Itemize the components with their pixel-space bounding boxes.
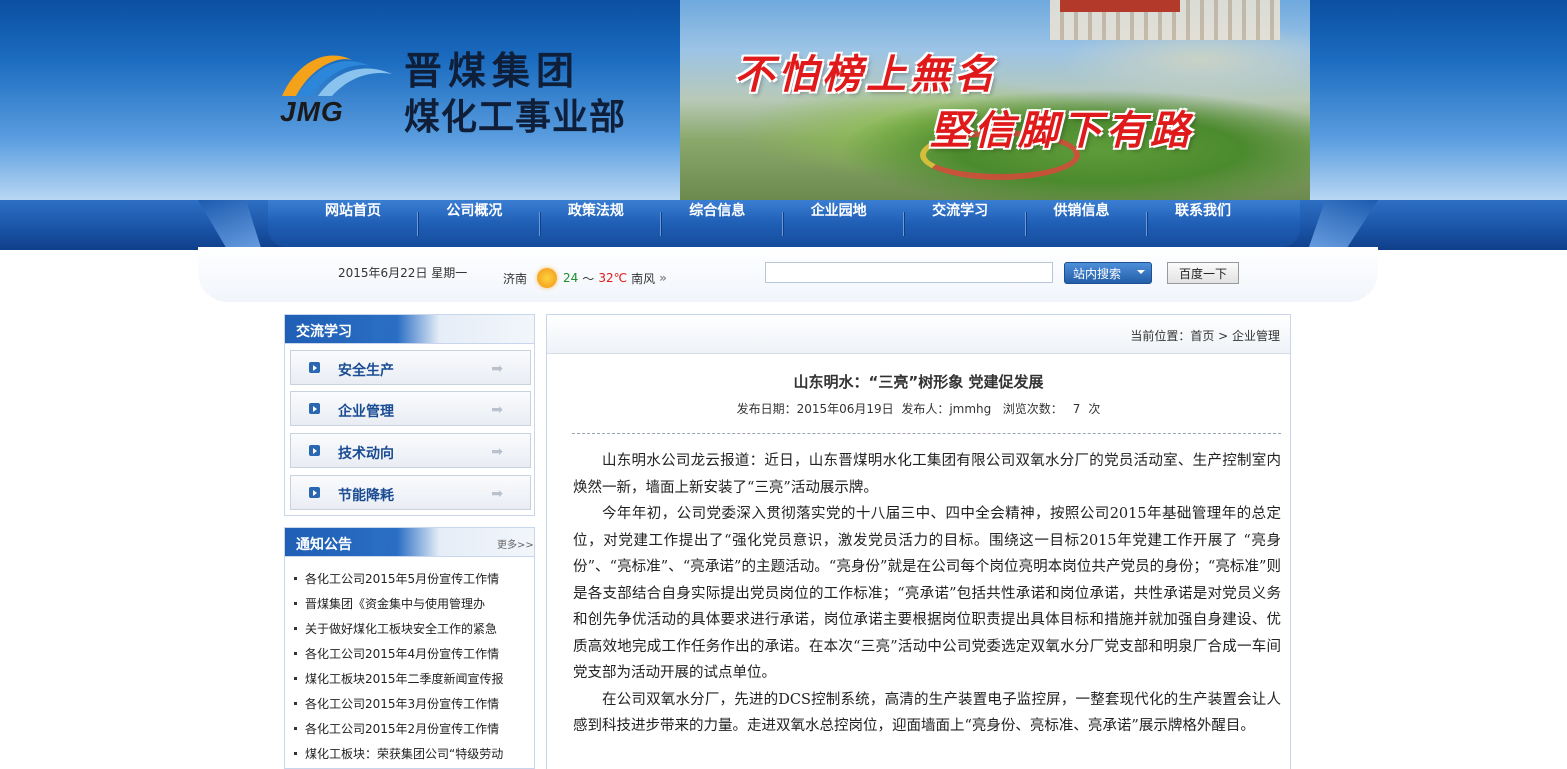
notice-item[interactable]: 关于做好煤化工板块安全工作的紧急 xyxy=(294,620,530,637)
arrow-right-icon: ➡ xyxy=(491,444,503,460)
notice-item[interactable]: 各化工公司2015年5月份宣传工作情 xyxy=(294,570,530,587)
notice-panel: 各化工公司2015年5月份宣传工作情 晋煤集团《资金集中与使用管理办 关于做好煤… xyxy=(284,557,535,769)
weather-temp-sep: ～ xyxy=(582,271,595,286)
slogan-line-2: 堅信脚下有路 xyxy=(930,107,1194,154)
weather-temp-low: 24 xyxy=(563,271,579,285)
weather-city: 济南 xyxy=(503,271,528,286)
category-item-label: 技术动向 xyxy=(338,446,394,462)
company-name: 晋煤集团 xyxy=(404,49,581,93)
bullet-icon xyxy=(309,403,320,414)
bullet-icon xyxy=(309,362,320,373)
notice-item[interactable]: 晋煤集团《资金集中与使用管理办 xyxy=(294,595,530,612)
bullet-icon xyxy=(309,445,320,456)
views-unit: 次 xyxy=(1088,402,1101,416)
main-nav: 网站首页 公司概况 政策法规 综合信息 企业园地 交流学习 供销信息 联系我们 xyxy=(268,200,1300,247)
article-paragraph: 在公司双氧水分厂，先进的DCS控制系统，高清的生产装置电子监控屏，一整套现代化的… xyxy=(573,691,1281,735)
article-body: 山东明水公司龙云报道：近日，山东晋煤明水化工集团有限公司双氧水分厂的党员活动室、… xyxy=(573,448,1281,740)
bullet-icon xyxy=(309,487,320,498)
baidu-search-button[interactable]: 百度一下 xyxy=(1167,262,1239,284)
category-panel-title: 交流学习 xyxy=(296,324,352,340)
category-item-label: 节能降耗 xyxy=(338,488,394,504)
arrow-right-icon: ➡ xyxy=(491,402,503,418)
notice-item[interactable]: 各化工公司2015年4月份宣传工作情 xyxy=(294,645,530,662)
info-bar: 2015年6月22日 星期一 济南 24 ～ 32℃ 南风 » 站内搜索 百度一下 xyxy=(198,247,1378,302)
category-item-energy-saving[interactable]: 节能降耗 ➡ xyxy=(290,475,531,510)
nav-item-home[interactable]: 网站首页 xyxy=(296,200,410,247)
category-panel: 安全生产 ➡ 企业管理 ➡ 技术动向 ➡ 节能降耗 ➡ xyxy=(284,344,535,516)
notice-more-link[interactable]: 更多>> xyxy=(497,536,534,551)
nav-item-company-overview[interactable]: 公司概况 xyxy=(417,200,531,247)
article-meta: 发布日期：2015年06月19日 发布人：jmmhg 浏览次数： 7 次 xyxy=(547,400,1290,417)
sunny-icon xyxy=(537,268,558,288)
current-date: 2015年6月22日 星期一 xyxy=(338,266,468,280)
notice-item[interactable]: 各化工公司2015年2月份宣传工作情 xyxy=(294,720,530,737)
category-panel-header: 交流学习 xyxy=(284,314,535,344)
page: JMG 晋煤集团 煤化工事业部 不怕榜上無名 堅信脚下有路 网站首页 公司概况 … xyxy=(0,0,1567,769)
article-paragraph: 山东明水公司龙云报道：近日，山东晋煤明水化工集团有限公司双氧水分厂的党员活动室、… xyxy=(573,453,1281,496)
article-title: 山东明水：“三亮”树形象 党建促发展 xyxy=(793,373,1044,391)
category-item-management[interactable]: 企业管理 ➡ xyxy=(290,391,531,426)
search-input[interactable] xyxy=(765,262,1053,283)
site-logo[interactable]: JMG 晋煤集团 煤化工事业部 xyxy=(278,40,638,138)
roof-graphic xyxy=(1060,0,1180,12)
weather-more-icon[interactable]: » xyxy=(659,271,667,285)
publish-date: 2015年06月19日 xyxy=(796,402,894,416)
weather-widget[interactable]: 济南 24 ～ 32℃ 南风 » xyxy=(503,268,667,288)
arrow-right-icon: ➡ xyxy=(491,486,503,502)
category-item-tech-trends[interactable]: 技术动向 ➡ xyxy=(290,433,531,468)
notice-panel-title: 通知公告 xyxy=(296,537,352,553)
view-count: 7 xyxy=(1072,402,1081,416)
breadcrumb-bar: 当前位置：首页 > 企业管理 xyxy=(547,315,1290,354)
arrow-right-icon: ➡ xyxy=(491,361,503,377)
article-paragraph: 今年年初，公司党委深入贯彻落实党的十八届三中、四中全会精神，按照公司2015年基… xyxy=(573,506,1281,681)
category-item-label: 安全生产 xyxy=(338,363,394,379)
division-name: 煤化工事业部 xyxy=(404,97,627,138)
nav-item-enterprise-garden[interactable]: 企业园地 xyxy=(781,200,896,247)
article-divider xyxy=(572,433,1281,434)
article-panel: 当前位置：首页 > 企业管理 山东明水：“三亮”树形象 党建促发展 发布日期：2… xyxy=(546,314,1291,769)
views-label: 浏览次数： xyxy=(1002,402,1063,416)
header-banner: JMG 晋煤集团 煤化工事业部 不怕榜上無名 堅信脚下有路 xyxy=(0,0,1567,200)
nav-item-exchange-learning[interactable]: 交流学习 xyxy=(903,200,1017,247)
category-item-safety[interactable]: 安全生产 ➡ xyxy=(290,350,531,385)
weather-wind: 南风 xyxy=(631,271,656,286)
author: jmmhg xyxy=(949,402,992,416)
nav-item-supply-sales[interactable]: 供销信息 xyxy=(1024,200,1139,247)
logo-letters: JMG xyxy=(280,96,344,127)
nav-item-general-info[interactable]: 综合信息 xyxy=(660,200,774,247)
nav-item-policies[interactable]: 政策法规 xyxy=(538,200,653,247)
nav-item-contact[interactable]: 联系我们 xyxy=(1145,200,1260,247)
notice-item[interactable]: 煤化工板块2015年二季度新闻宣传报 xyxy=(294,670,530,687)
notice-item[interactable]: 煤化工板块：荣获集团公司“特级劳动 xyxy=(294,745,530,762)
site-search-button[interactable]: 站内搜索 xyxy=(1064,262,1152,284)
author-label: 发布人： xyxy=(901,402,950,416)
weather-temp-high: 32℃ xyxy=(598,271,628,285)
notice-item[interactable]: 各化工公司2015年3月份宣传工作情 xyxy=(294,695,530,712)
publish-date-label: 发布日期： xyxy=(736,402,797,416)
breadcrumb[interactable]: 当前位置：首页 > 企业管理 xyxy=(1130,327,1280,344)
logo-swoosh-icon xyxy=(282,55,392,96)
slogan-line-1: 不怕榜上無名 xyxy=(734,51,998,98)
category-item-label: 企业管理 xyxy=(338,404,394,420)
